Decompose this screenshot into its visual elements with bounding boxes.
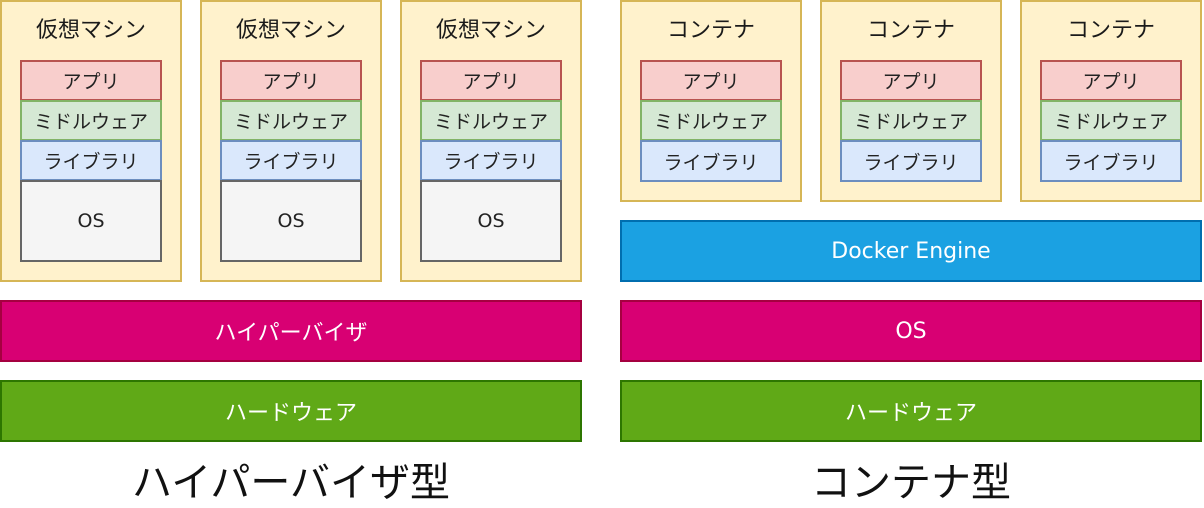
- virtual-machine-title: 仮想マシン: [35, 18, 146, 43]
- app-layer: アプリ: [640, 60, 782, 101]
- hypervisor-layer: ハイパーバイザ: [0, 300, 582, 362]
- app-layer: アプリ: [1040, 60, 1182, 101]
- middleware-layer: ミドルウェア: [840, 100, 982, 141]
- library-layer: ライブラリ: [220, 140, 362, 181]
- hardware-layer: ハードウェア: [620, 380, 1202, 442]
- app-layer: アプリ: [840, 60, 982, 101]
- container-title: コンテナ: [866, 18, 955, 43]
- hypervisor-caption: ハイパーバイザ型: [132, 460, 450, 506]
- container-caption: コンテナ型: [811, 460, 1011, 506]
- library-layer: ライブラリ: [840, 140, 982, 182]
- guest-os-layer: OS: [420, 180, 562, 262]
- library-layer: ライブラリ: [640, 140, 782, 182]
- container-title: コンテナ: [666, 18, 755, 43]
- library-layer: ライブラリ: [1040, 140, 1182, 182]
- hardware-layer: ハードウェア: [0, 380, 582, 442]
- docker-engine-layer: Docker Engine: [620, 220, 1202, 282]
- app-layer: アプリ: [20, 60, 162, 101]
- library-layer: ライブラリ: [420, 140, 562, 181]
- virtual-machine-title: 仮想マシン: [235, 18, 346, 43]
- middleware-layer: ミドルウェア: [420, 100, 562, 141]
- guest-os-layer: OS: [220, 180, 362, 262]
- middleware-layer: ミドルウェア: [220, 100, 362, 141]
- app-layer: アプリ: [420, 60, 562, 101]
- host-os-layer: OS: [620, 300, 1202, 362]
- app-layer: アプリ: [220, 60, 362, 101]
- container-title: コンテナ: [1066, 18, 1155, 43]
- middleware-layer: ミドルウェア: [640, 100, 782, 141]
- virtual-machine-title: 仮想マシン: [435, 18, 546, 43]
- library-layer: ライブラリ: [20, 140, 162, 181]
- guest-os-layer: OS: [20, 180, 162, 262]
- middleware-layer: ミドルウェア: [1040, 100, 1182, 141]
- middleware-layer: ミドルウェア: [20, 100, 162, 141]
